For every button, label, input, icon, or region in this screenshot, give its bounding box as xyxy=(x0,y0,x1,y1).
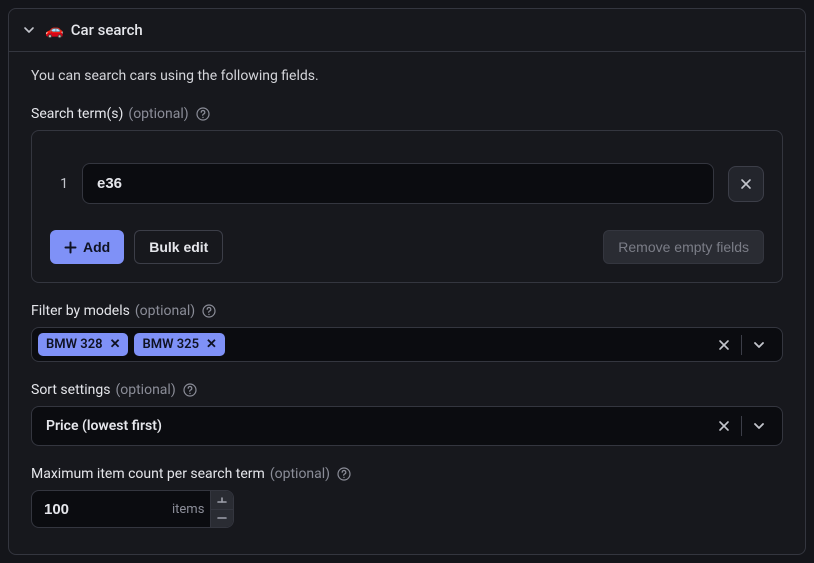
sort-select[interactable]: Price (lowest first) xyxy=(31,406,783,446)
chip-label: BMW 328 xyxy=(46,337,103,352)
search-term-input[interactable] xyxy=(82,163,714,204)
select-controls xyxy=(707,334,776,356)
models-label: Filter by models (optional) xyxy=(31,303,783,319)
car-icon: 🚗 xyxy=(45,21,64,39)
search-terms-optional: (optional) xyxy=(128,106,188,122)
model-chip: BMW 328 ✕ xyxy=(38,333,128,356)
panel-body: You can search cars using the following … xyxy=(9,52,805,544)
chip-label: BMW 325 xyxy=(142,337,199,352)
help-icon[interactable] xyxy=(202,304,216,318)
stepper-down-button[interactable] xyxy=(211,510,233,528)
max-items-input-wrap: items xyxy=(31,490,234,528)
search-terms-field: Search term(s) (optional) 1 xyxy=(31,106,783,283)
max-items-label: Maximum item count per search term (opti… xyxy=(31,466,783,482)
search-terms-label: Search term(s) (optional) xyxy=(31,106,783,122)
remove-empty-button: Remove empty fields xyxy=(603,230,764,264)
help-icon[interactable] xyxy=(196,107,210,121)
chip-remove-icon[interactable]: ✕ xyxy=(206,337,217,352)
models-field: Filter by models (optional) BMW 328 ✕ BM… xyxy=(31,303,783,362)
max-items-input[interactable] xyxy=(32,493,172,526)
stepper xyxy=(210,491,233,527)
chips-container: BMW 328 ✕ BMW 325 ✕ xyxy=(38,333,701,356)
select-controls xyxy=(707,415,776,437)
models-label-text: Filter by models xyxy=(31,303,130,319)
help-icon[interactable] xyxy=(337,467,351,481)
panel-description: You can search cars using the following … xyxy=(31,68,783,84)
sort-field: Sort settings (optional) Price (lowest f… xyxy=(31,382,783,446)
chevron-down-icon xyxy=(23,24,35,36)
term-actions: Add Bulk edit Remove empty fields xyxy=(50,230,764,264)
max-items-label-text: Maximum item count per search term xyxy=(31,466,265,482)
car-search-panel: 🚗 Car search You can search cars using t… xyxy=(8,8,806,555)
max-items-field: Maximum item count per search term (opti… xyxy=(31,466,783,528)
sort-label: Sort settings (optional) xyxy=(31,382,783,398)
add-term-button[interactable]: Add xyxy=(50,230,124,264)
chevron-down-icon[interactable] xyxy=(742,415,776,437)
term-actions-left: Add Bulk edit xyxy=(50,230,223,264)
panel-title-text: Car search xyxy=(71,21,143,39)
chevron-down-icon[interactable] xyxy=(742,334,776,356)
bulk-edit-button[interactable]: Bulk edit xyxy=(134,230,223,264)
model-chip: BMW 325 ✕ xyxy=(134,333,224,356)
models-select[interactable]: BMW 328 ✕ BMW 325 ✕ xyxy=(31,327,783,362)
clear-icon[interactable] xyxy=(707,334,741,356)
chip-remove-icon[interactable]: ✕ xyxy=(110,337,121,352)
sort-optional: (optional) xyxy=(115,382,175,398)
help-icon[interactable] xyxy=(183,383,197,397)
plus-icon xyxy=(64,241,77,254)
search-terms-label-text: Search term(s) xyxy=(31,106,123,122)
panel-title: 🚗 Car search xyxy=(45,21,143,39)
remove-term-button[interactable] xyxy=(728,166,764,202)
term-row: 1 xyxy=(50,149,764,222)
add-term-label: Add xyxy=(83,239,110,255)
sort-label-text: Sort settings xyxy=(31,382,110,398)
stepper-up-button[interactable] xyxy=(211,491,233,510)
models-optional: (optional) xyxy=(135,303,195,319)
term-index: 1 xyxy=(50,176,68,192)
max-items-optional: (optional) xyxy=(270,466,330,482)
panel-header[interactable]: 🚗 Car search xyxy=(9,9,805,52)
search-terms-box: 1 Add Bulk edit xyxy=(31,130,783,283)
sort-value: Price (lowest first) xyxy=(46,418,707,434)
clear-icon[interactable] xyxy=(707,415,741,437)
max-items-suffix: items xyxy=(172,502,210,517)
